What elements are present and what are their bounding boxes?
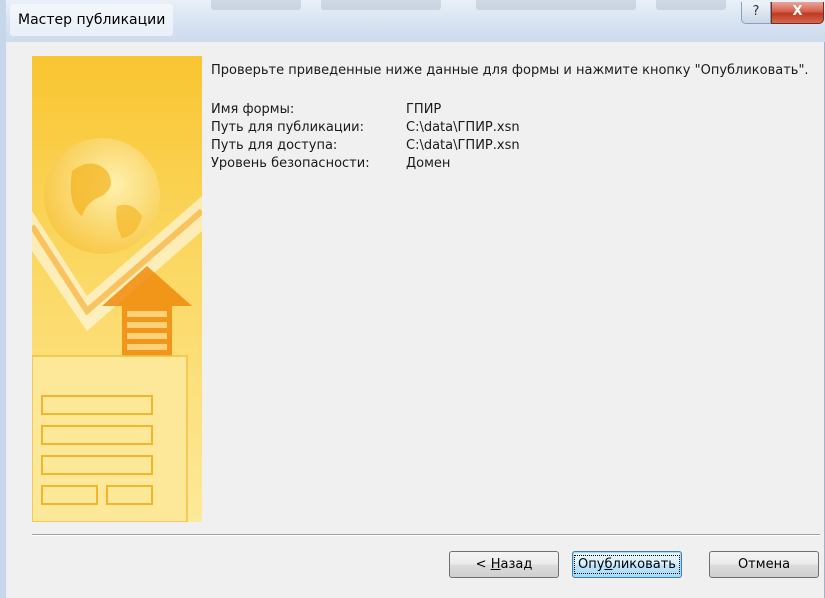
publish-path-value: C:\data\ГПИР.xsn — [406, 120, 520, 135]
banner-illustration — [32, 56, 202, 522]
info-row-security-level: Уровень безопасности: Домен — [211, 156, 771, 174]
security-level-label: Уровень безопасности: — [211, 156, 370, 171]
close-icon[interactable]: X — [771, 2, 824, 24]
back-button[interactable]: < Назад — [449, 551, 559, 578]
publish-button[interactable]: Опубликовать — [572, 551, 682, 578]
publish-button-accel: б — [604, 557, 613, 572]
access-path-label: Путь для доступа: — [211, 138, 338, 153]
back-button-prefix: < — [475, 557, 491, 572]
form-name-label: Имя формы: — [211, 102, 295, 117]
form-info-list: Имя формы: ГПИР Путь для публикации: C:\… — [211, 102, 771, 174]
security-level-value: Домен — [406, 156, 451, 171]
window-title: Мастер публикации — [10, 4, 174, 36]
background-window-ghost — [211, 0, 301, 10]
publish-button-prefix: Опу — [578, 557, 605, 572]
instruction-text: Проверьте приведенные ниже данные для фо… — [211, 63, 809, 78]
access-path-value: C:\data\ГПИР.xsn — [406, 138, 520, 153]
content-area: Проверьте приведенные ниже данные для фо… — [211, 62, 814, 171]
publish-button-focus: Опубликовать — [574, 555, 680, 574]
info-row-access-path: Путь для доступа: C:\data\ГПИР.xsn — [211, 138, 771, 156]
info-row-form-name: Имя формы: ГПИР — [211, 102, 771, 120]
publish-path-label: Путь для публикации: — [211, 120, 364, 135]
cancel-button[interactable]: Отмена — [709, 551, 819, 578]
wizard-banner-image — [32, 56, 202, 522]
title-bar[interactable]: Мастер публикации ? X — [6, 0, 825, 42]
background-window-ghost — [321, 0, 441, 10]
publish-wizard-dialog: Мастер публикации ? X Проверьте приведен… — [0, 0, 825, 598]
help-icon[interactable]: ? — [741, 2, 771, 24]
background-window-ghost — [656, 0, 726, 10]
back-button-suffix: азад — [500, 557, 533, 572]
publish-button-suffix: ликовать — [612, 557, 676, 572]
form-name-value: ГПИР — [406, 102, 442, 117]
info-row-publish-path: Путь для публикации: C:\data\ГПИР.xsn — [211, 120, 771, 138]
background-window-ghost — [476, 0, 636, 10]
button-separator — [32, 534, 820, 536]
